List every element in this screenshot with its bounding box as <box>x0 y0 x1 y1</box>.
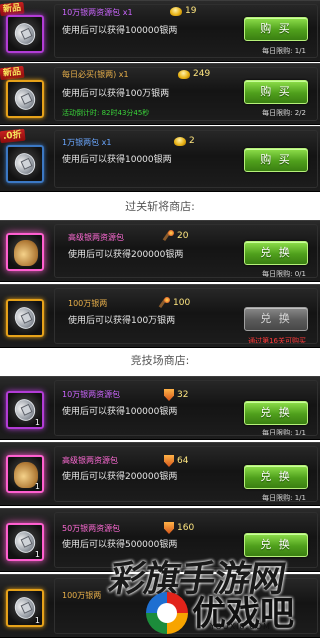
silver-coin-item-icon[interactable] <box>6 145 44 183</box>
daily-limit: 每日限购: 2/2 <box>262 109 306 117</box>
event-countdown: 活动倒计时: 82时43分45秒 <box>62 109 150 117</box>
item-price: 160 <box>164 522 194 534</box>
item-description: 使用后可以获得100000银两 <box>62 407 178 417</box>
item-quantity: 1 <box>34 482 40 491</box>
item-quantity: 1 <box>34 616 40 625</box>
gold-ingot-icon <box>170 6 182 16</box>
item-description: 使用后可以获得500000银两 <box>62 540 178 550</box>
shop-item-row: 1 10万银两资源包 32 使用后可以获得100000银两 兑 换 每日限购: … <box>0 376 320 440</box>
item-description: 使用后可以获得200000银两 <box>68 250 184 260</box>
daily-limit: 每日限购: 1/1 <box>262 47 306 55</box>
item-price: 100 <box>160 297 190 308</box>
item-price: 20 <box>164 230 188 241</box>
gold-ingot-icon <box>178 69 190 79</box>
shop-item-row: 新品 每日必买(银两) x1 249 使用后可以获得100万银两 购 买 活动倒… <box>0 63 320 125</box>
gold-ingot-icon <box>174 136 186 146</box>
shop-item-row: 100万银两 100 使用后可以获得100万银两 兑 换 通过第16关可购买 <box>0 284 320 348</box>
item-name: 高级银两资源包 <box>68 233 124 242</box>
item-name: 10万银两资源包 <box>62 390 121 399</box>
exchange-button[interactable]: 兑 换 <box>244 241 308 265</box>
item-quantity: 1 <box>34 550 40 559</box>
money-bag-item-icon[interactable]: 1 <box>6 455 44 493</box>
daily-limit: 每日限购: 0/1 <box>262 270 306 278</box>
item-name: 高级银两资源包 <box>62 456 118 465</box>
daily-limit: 每日限购: 1/1 <box>262 494 306 502</box>
item-description: 使用后可以获得10000银两 <box>62 155 172 165</box>
section-title: 竞技场商店: <box>0 352 320 372</box>
medal-icon <box>164 522 174 534</box>
site-logo-icon <box>146 592 188 634</box>
item-quantity: 1 <box>34 418 40 427</box>
item-name: 1万银两包 x1 <box>62 138 112 147</box>
exchange-button[interactable]: 兑 换 <box>244 307 308 331</box>
exchange-button[interactable]: 兑 换 <box>244 401 308 425</box>
silver-coin-item-icon[interactable]: 1 <box>6 523 44 561</box>
unlock-requirement: 通过第16关可购买 <box>248 337 306 345</box>
item-price: 32 <box>164 389 188 401</box>
buy-button[interactable]: 购 买 <box>244 148 308 172</box>
silver-coin-item-icon[interactable] <box>6 80 44 118</box>
item-name: 每日必买(银两) x1 <box>62 70 129 79</box>
item-price: 249 <box>178 69 210 79</box>
silver-coin-item-icon[interactable] <box>6 15 44 53</box>
item-price: 19 <box>170 6 196 16</box>
item-price: 2 <box>174 136 195 146</box>
shop-item-row: 新品 10万银两资源包 x1 19 使用后可以获得100000银两 购 买 每日… <box>0 0 320 62</box>
item-name: 50万银两资源包 <box>62 524 121 533</box>
daily-limit: 每日限购: 1/1 <box>262 429 306 437</box>
money-bag-item-icon[interactable] <box>6 233 44 271</box>
silver-coin-item-icon[interactable]: 1 <box>6 589 44 627</box>
torch-icon <box>160 297 170 308</box>
new-badge: 新品 <box>0 65 25 81</box>
silver-coin-item-icon[interactable] <box>6 299 44 337</box>
buy-button[interactable]: 购 买 <box>244 17 308 41</box>
torch-icon <box>164 230 174 241</box>
medal-icon <box>164 455 174 467</box>
item-description: 使用后可以获得100万银两 <box>68 316 176 326</box>
exchange-button[interactable]: 兑 换 <box>244 465 308 489</box>
item-description: 使用后可以获得100000银两 <box>62 26 178 36</box>
shop-item-row: 高级银两资源包 20 使用后可以获得200000银两 兑 换 每日限购: 0/1 <box>0 220 320 282</box>
shop-item-row: .0折 1万银两包 x1 2 使用后可以获得10000银两 购 买 <box>0 126 320 192</box>
item-name: 100万银两 <box>68 299 108 308</box>
shop-item-row: 1 高级银两资源包 64 使用后可以获得200000银两 兑 换 每日限购: 1… <box>0 442 320 506</box>
site-watermark-url: YOUXI8.COM <box>210 622 271 631</box>
item-price: 64 <box>164 455 188 467</box>
item-name: 100万银两 <box>62 591 102 600</box>
buy-button[interactable]: 购 买 <box>244 80 308 104</box>
discount-badge: .0折 <box>0 128 26 144</box>
silver-coin-item-icon[interactable]: 1 <box>6 391 44 429</box>
section-title: 过关斩将商店: <box>0 198 320 218</box>
item-description: 使用后可以获得100万银两 <box>62 89 170 99</box>
item-description: 使用后可以获得200000银两 <box>62 472 178 482</box>
item-name: 10万银两资源包 x1 <box>62 8 133 17</box>
medal-icon <box>164 389 174 401</box>
